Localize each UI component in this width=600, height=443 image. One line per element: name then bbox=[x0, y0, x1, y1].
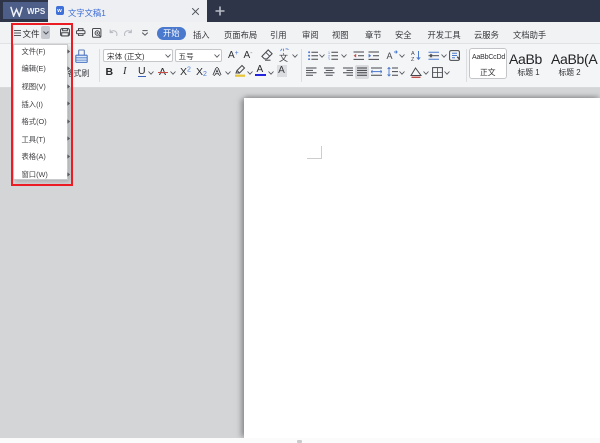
svg-text:3: 3 bbox=[328, 58, 330, 61]
svg-text:Z: Z bbox=[411, 57, 415, 61]
svg-text:A: A bbox=[387, 51, 393, 61]
